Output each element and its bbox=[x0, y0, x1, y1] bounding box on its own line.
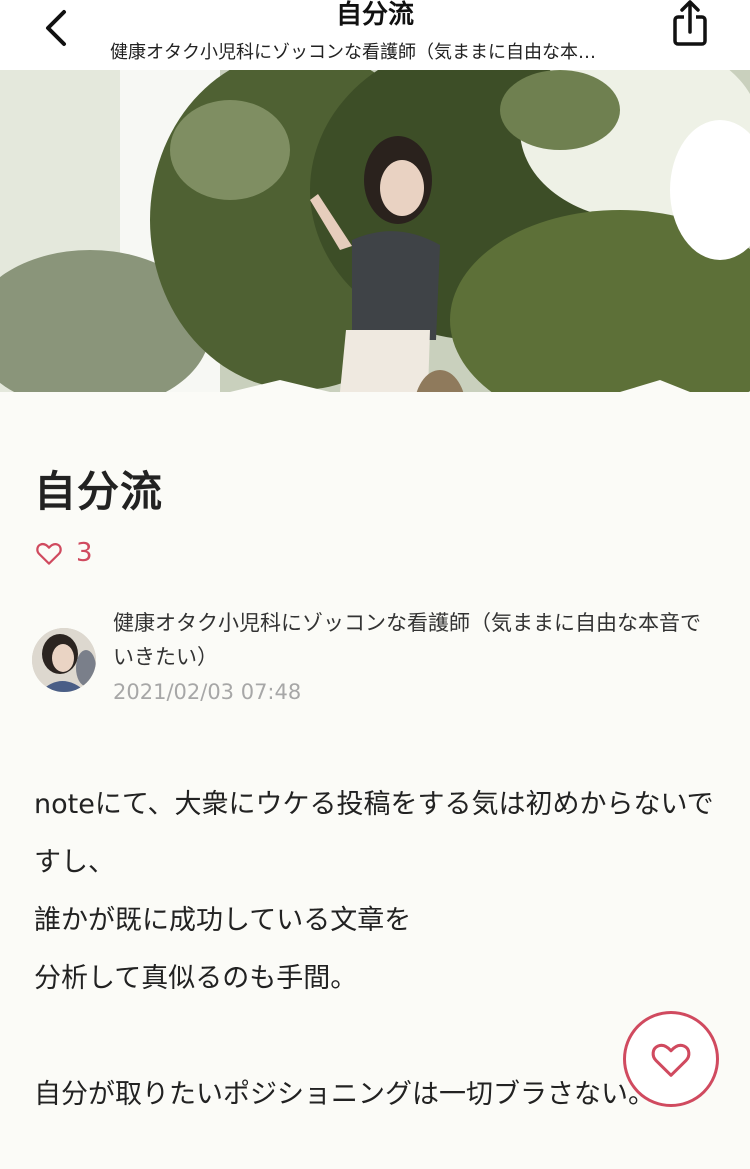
article-title: 自分流 bbox=[34, 467, 164, 516]
nav-title: 自分流 bbox=[335, 0, 414, 30]
heart-icon bbox=[36, 542, 62, 565]
chevron-left-icon bbox=[46, 10, 66, 46]
body-paragraph: 自分が取りたいポジショニングは一切ブラさない。 bbox=[34, 1079, 655, 1110]
article-body: noteにて、大衆にウケる投稿をする気は初めからないですし、 誰かが既に成功して… bbox=[34, 776, 714, 1124]
body-paragraph: noteにて、大衆にウケる投稿をする気は初めからないですし、 bbox=[34, 789, 714, 878]
avatar-photo bbox=[32, 628, 96, 692]
body-paragraph bbox=[34, 1008, 714, 1066]
hero-divider bbox=[0, 380, 750, 440]
body-paragraph: 誰かが既に成功している文章を bbox=[34, 905, 412, 936]
like-summary[interactable]: 3 bbox=[34, 535, 93, 571]
hero-photo bbox=[0, 70, 750, 392]
top-nav-bar: 自分流 健康オタク小児科にゾッコンな看護師（気ままに自由な本… bbox=[0, 0, 750, 70]
like-count: 3 bbox=[76, 538, 93, 568]
hero-image bbox=[0, 70, 750, 392]
avatar[interactable] bbox=[32, 628, 96, 692]
share-button[interactable] bbox=[664, 0, 716, 52]
share-icon bbox=[673, 0, 707, 46]
nav-subtitle: 健康オタク小児科にゾッコンな看護師（気ままに自由な本… bbox=[110, 42, 596, 63]
author-name[interactable]: 健康オタク小児科にゾッコンな看護師（気ままに自由な本音でいきたい） bbox=[113, 606, 713, 674]
like-button[interactable] bbox=[623, 1011, 719, 1107]
body-paragraph: 分析して真似るのも手間。 bbox=[34, 963, 358, 994]
heart-icon bbox=[651, 1043, 691, 1077]
post-date: 2021/02/03 07:48 bbox=[113, 680, 302, 704]
back-button[interactable] bbox=[36, 6, 80, 50]
